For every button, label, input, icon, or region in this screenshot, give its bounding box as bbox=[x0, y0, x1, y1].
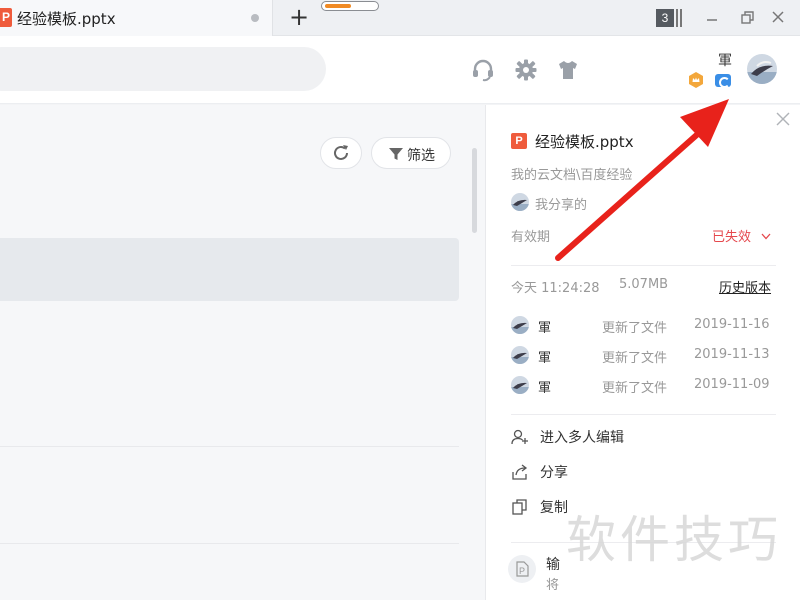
avatar bbox=[511, 193, 529, 211]
multi-edit-button[interactable]: 进入多人编辑 bbox=[511, 426, 711, 448]
new-tab-button[interactable]: + bbox=[289, 3, 309, 31]
close-icon bbox=[772, 11, 784, 23]
activity-date: 2019-11-09 bbox=[694, 377, 770, 392]
scrollbar-thumb[interactable] bbox=[472, 148, 477, 233]
export-title[interactable]: 输 bbox=[546, 554, 560, 574]
close-panel-button[interactable] bbox=[776, 111, 790, 130]
chevron-down-icon bbox=[761, 233, 771, 240]
panel-divider bbox=[511, 414, 776, 415]
avatar-image bbox=[511, 316, 529, 334]
activity-action: 更新了文件 bbox=[602, 321, 668, 336]
activity-user: 軍 bbox=[538, 321, 552, 336]
activity-row: 軍 更新了文件 2019-11-13 bbox=[511, 346, 776, 366]
window-count-badge[interactable]: 3 bbox=[656, 9, 674, 27]
avatar bbox=[511, 346, 529, 364]
share-status-label: 我分享的 bbox=[535, 198, 588, 213]
activity-date: 2019-11-13 bbox=[694, 347, 770, 362]
file-list-area: 筛选 bbox=[0, 105, 485, 600]
restore-button[interactable] bbox=[735, 6, 759, 30]
activity-user: 軍 bbox=[538, 381, 552, 396]
close-icon bbox=[776, 112, 790, 126]
avatar-image bbox=[747, 54, 777, 84]
ppt-file-icon: P bbox=[511, 133, 527, 149]
unsaved-dot-icon[interactable] bbox=[251, 14, 259, 22]
header-bar: 軍 bbox=[0, 36, 800, 104]
customer-service-button[interactable] bbox=[471, 58, 495, 82]
copy-label: 复制 bbox=[540, 500, 568, 516]
document-tab[interactable]: P 经验模板.pptx bbox=[0, 0, 273, 36]
avatar-image bbox=[511, 346, 529, 364]
minimize-icon bbox=[707, 19, 717, 21]
filter-icon bbox=[389, 148, 403, 160]
validity-label: 有效期 bbox=[511, 230, 551, 245]
tab-bar: P 经验模板.pptx + 3 bbox=[0, 0, 800, 36]
history-version-link[interactable]: 历史版本 bbox=[719, 277, 771, 296]
tab-title: 经验模板.pptx bbox=[17, 10, 116, 28]
selected-file-row[interactable] bbox=[0, 238, 459, 301]
share-button[interactable]: 分享 bbox=[511, 461, 711, 483]
status-pill[interactable] bbox=[321, 1, 379, 11]
activity-user: 軍 bbox=[538, 351, 552, 366]
activity-action: 更新了文件 bbox=[602, 351, 668, 366]
settings-button[interactable] bbox=[514, 58, 538, 82]
vip-crown-icon[interactable] bbox=[688, 72, 704, 88]
share-icon bbox=[512, 464, 528, 480]
activity-row: 軍 更新了文件 2019-11-16 bbox=[511, 316, 776, 336]
tshirt-icon bbox=[559, 61, 577, 79]
avatar bbox=[511, 316, 529, 334]
file-size: 5.07MB bbox=[619, 277, 669, 292]
refresh-button[interactable] bbox=[320, 137, 362, 169]
avatar-image bbox=[511, 376, 529, 394]
avatar bbox=[511, 376, 529, 394]
file-name: 经验模板.pptx bbox=[535, 133, 634, 151]
copy-icon bbox=[512, 499, 527, 515]
refresh-icon bbox=[334, 145, 348, 160]
list-divider bbox=[0, 543, 459, 544]
add-user-icon bbox=[511, 429, 528, 445]
skin-button[interactable] bbox=[556, 58, 580, 82]
svg-text:P: P bbox=[519, 566, 525, 576]
validity-value: 已失效 bbox=[712, 230, 752, 245]
activity-date: 2019-11-16 bbox=[694, 317, 770, 332]
avatar[interactable] bbox=[747, 54, 777, 84]
modified-time: 今天 11:24:28 bbox=[511, 281, 600, 296]
status-pill-fill bbox=[325, 3, 351, 8]
filter-button[interactable]: 筛选 bbox=[371, 137, 451, 169]
panel-divider bbox=[511, 265, 776, 266]
activity-action: 更新了文件 bbox=[602, 381, 668, 396]
export-button[interactable]: P bbox=[508, 555, 536, 583]
close-window-button[interactable] bbox=[766, 6, 790, 30]
multi-edit-label: 进入多人编辑 bbox=[540, 430, 624, 446]
list-divider bbox=[0, 446, 459, 447]
watermark: 软件技巧 bbox=[566, 511, 782, 569]
minimize-button[interactable] bbox=[700, 6, 724, 30]
headset-icon bbox=[473, 59, 493, 82]
share-label: 分享 bbox=[540, 465, 568, 481]
export-subtitle: 将 bbox=[546, 578, 560, 593]
ppt-file-icon: P bbox=[0, 8, 12, 27]
export-file-icon: P bbox=[516, 561, 529, 577]
avatar-image bbox=[511, 193, 529, 211]
validity-dropdown[interactable]: 已失效 bbox=[712, 226, 771, 245]
cloud-level-icon[interactable] bbox=[715, 74, 731, 88]
search-input[interactable] bbox=[0, 47, 326, 91]
window-stack-icon bbox=[676, 9, 682, 27]
restore-icon bbox=[741, 11, 754, 24]
gear-icon bbox=[515, 59, 537, 81]
activity-row: 軍 更新了文件 2019-11-09 bbox=[511, 376, 776, 396]
username-label[interactable]: 軍 bbox=[718, 50, 732, 70]
filter-label: 筛选 bbox=[407, 148, 435, 164]
file-path[interactable]: 我的云文档\百度经验 bbox=[511, 164, 632, 183]
